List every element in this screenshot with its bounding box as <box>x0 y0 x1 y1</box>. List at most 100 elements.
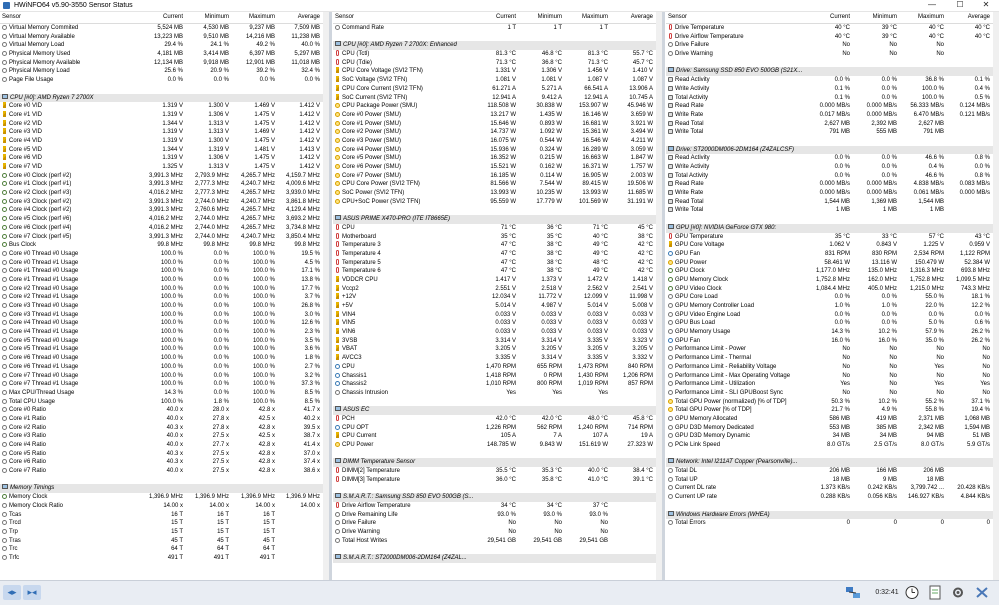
sensor-row[interactable]: Core #6 Clock (perf #4) 4,016.2 MHz 2,744.… <box>0 224 323 233</box>
sensor-row[interactable]: Core #0 Thread #1 Usage 100.0 % 0.0 % 100.0… <box>0 259 323 268</box>
sensor-row[interactable]: CPU (Tdie) 71.3 °C 36.8 °C 71.3 °C 45.7 °C <box>333 58 656 68</box>
sensor-row[interactable]: CPU Core Current (SVI2 TFN) 61.271 A 5.271… <box>333 84 656 94</box>
column-header-average[interactable]: Average <box>947 12 993 23</box>
sensor-row[interactable]: Core #1 Clock (perf #1) 3,991.3 MHz 2,777.… <box>0 180 323 189</box>
sensor-row[interactable]: +12V 12.034 V 11.772 V 12.099 V 11.998 V <box>333 293 656 302</box>
column-header-maximum[interactable]: Maximum <box>900 12 947 23</box>
sensor-row[interactable]: PCIe Link Speed 8.0 GT/s 2.5 GT/s 8.0 GT/s 5… <box>666 441 993 450</box>
sensor-row[interactable]: Performance Limit - Thermal No No No No <box>666 354 993 363</box>
sensor-group-header[interactable]: ASUS PRIME X470-PRO (ITE IT8665E) <box>333 215 656 224</box>
sensor-row[interactable]: Core #2 Ratio 40.3 x 27.8 x 42.8 x 39.5 x <box>0 424 323 433</box>
column-header-maximum[interactable]: Maximum <box>232 12 278 23</box>
sensor-group-header[interactable]: CPU [#0]: AMD Ryzen 7 2700X <box>0 93 323 103</box>
sensor-row[interactable]: GPU Fan 831 RPM 830 RPM 2,534 RPM 1,122 RPM <box>666 250 993 259</box>
sensor-row[interactable]: CPU Power 148.785 W 9.843 W 151.619 W 27.323… <box>333 441 656 450</box>
sensor-row[interactable]: Vccp2 2.551 V 2.518 V 2.562 V 2.541 V <box>333 284 656 294</box>
sensor-row[interactable]: Performance Limit - Utilization Yes No Yes Y… <box>666 380 993 389</box>
sensor-group-header[interactable]: Drive: ST2000DM006-2DM164 (Z4ZALCSF) <box>666 145 993 155</box>
sensor-row[interactable]: Virtual Memory Load 29.4 % 24.1 % 49.2 % 40.… <box>0 41 323 50</box>
sensor-row[interactable]: Read Total 1,544 MB 1,369 MB 1,544 MB <box>666 198 993 207</box>
sensor-row[interactable]: Trp 15 T 15 T 15 T <box>0 528 323 537</box>
sensor-row[interactable]: GPU Clock 1,177.0 MHz 135.0 MHz 1,316.3 MHz… <box>666 267 993 276</box>
sensor-row[interactable]: Total Activity 0.0 % 0.0 % 46.6 % 0.8 % <box>666 172 993 181</box>
sensor-row[interactable]: Core #1 Thread #1 Usage 100.0 % 0.0 % 100.0… <box>0 276 323 285</box>
sensor-pane-3[interactable]: Sensor Current Minimum Maximum Average Drive … <box>666 12 993 580</box>
sensor-row[interactable]: Tras 45 T 45 T 45 T <box>0 537 323 546</box>
sensor-row[interactable]: Current UP rate 0.288 KB/s 0.056 KB/s 146.9… <box>666 493 993 502</box>
sensor-row[interactable]: GPU D3D Memory Dedicated 553 MB 385 MB 2,34… <box>666 424 993 433</box>
sensor-row[interactable]: Core #4 Ratio 40.0 x 27.7 x 42.8 x 41.4 x <box>0 441 323 450</box>
sensor-row[interactable]: Core #6 Thread #1 Usage 100.0 % 0.0 % 100.0… <box>0 363 323 372</box>
sensor-row[interactable]: Physical Memory Load 25.6 % 20.9 % 39.2 % 32… <box>0 67 323 76</box>
sensor-row[interactable]: Core #2 Thread #0 Usage 100.0 % 0.0 % 100.0… <box>0 285 323 294</box>
sensor-row[interactable]: Core #7 VID 1.325 V 1.313 V 1.475 V 1.412 V <box>0 163 323 172</box>
sensor-row[interactable]: Page File Usage 0.0 % 0.0 % 0.0 % 0.0 % <box>0 76 323 85</box>
sensor-row[interactable]: Write Activity 0.0 % 0.0 % 0.4 % 0.0 % <box>666 163 993 172</box>
sensor-row[interactable]: Trfc 491 T 491 T 491 T <box>0 554 323 563</box>
sensor-row[interactable]: Core #0 Power (SMU) 13.217 W 1.435 W 16.146… <box>333 111 656 120</box>
maximize-button[interactable]: ☐ <box>949 0 971 11</box>
sensor-row[interactable]: Virtual Memory Available 13,223 MB 9,510 M… <box>0 33 323 42</box>
sensor-row[interactable]: AVCC3 3.335 V 3.314 V 3.335 V 3.332 V <box>333 354 656 363</box>
sensor-row[interactable]: Write Activity 0.1 % 0.0 % 100.0 % 0.4 % <box>666 85 993 94</box>
sensor-row[interactable]: GPU Core Voltage 1.062 V 0.843 V 1.225 V 0.9… <box>666 241 993 250</box>
sensor-row[interactable]: CPU Core Power (SVI2 TFN) 81.566 W 7.544 W… <box>333 180 656 189</box>
sensor-row[interactable]: Command Rate 1 T 1 T 1 T <box>333 24 656 33</box>
clock-icon[interactable] <box>902 585 922 600</box>
sensor-row[interactable]: Temperature 4 47 °C 38 °C 49 °C 42 °C <box>333 249 656 259</box>
sensor-pane-1[interactable]: Sensor Current Minimum Maximum Average Virtua… <box>0 12 323 580</box>
sensor-row[interactable]: Trcd 15 T 15 T 15 T <box>0 519 323 528</box>
sensor-row[interactable]: GPU Memory Clock 1,752.8 MHz 162.0 MHz 1,75… <box>666 276 993 285</box>
sensor-row[interactable]: DIMM[2] Temperature 35.5 °C 35.3 °C 40.0 °C… <box>333 467 656 476</box>
sensor-row[interactable]: VIN5 0.033 V 0.033 V 0.033 V 0.033 V <box>333 319 656 328</box>
column-header-sensor[interactable]: Sensor <box>0 12 140 23</box>
sensor-row[interactable]: Total UP 18 MB 9 MB 18 MB <box>666 476 993 485</box>
sensor-row[interactable]: GPU Video Clock 1,084.4 MHz 405.0 MHz 1,215… <box>666 285 993 294</box>
sensor-row[interactable]: Chassis2 1,010 RPM 800 RPM 1,019 RPM 857 RPM <box>333 380 656 389</box>
sensor-row[interactable]: VBAT 3.205 V 3.205 V 3.205 V 3.205 V <box>333 345 656 354</box>
sensor-row[interactable]: VDDCR CPU 1.417 V 1.373 V 1.472 V 1.418 V <box>333 275 656 285</box>
column-header-average[interactable]: Average <box>278 12 323 23</box>
sensor-row[interactable]: Core #0 Ratio 40.0 x 28.0 x 42.8 x 41.7 x <box>0 406 323 415</box>
column-header-minimum[interactable]: Minimum <box>853 12 900 23</box>
sensor-row[interactable]: Write Rate 0.017 MB/s 0.000 MB/s 6.470 MB/s… <box>666 111 993 120</box>
sensor-row[interactable]: SoC Power (SVI2 TFN) 13.993 W 10.235 W 13.9… <box>333 189 656 198</box>
close-sensors-icon[interactable] <box>972 585 992 600</box>
sensor-row[interactable]: CPU (Tctl) 81.3 °C 46.8 °C 81.3 °C 55.7 °C <box>333 50 656 59</box>
network-icon[interactable] <box>843 585 863 600</box>
sensor-row[interactable]: Core #2 VID 1.344 V 1.313 V 1.475 V 1.412 V <box>0 119 323 129</box>
column-header-sensor[interactable]: Sensor <box>666 12 806 23</box>
sensor-group-header[interactable]: CPU [#0]: AMD Ryzen 7 2700X: Enhanced <box>333 41 656 51</box>
sensor-row[interactable]: CPU 1,470 RPM 655 RPM 1,473 RPM 840 RPM <box>333 363 656 372</box>
sensor-row[interactable]: GPU D3D Memory Dynamic 34 MB 34 MB 94 MB 51 … <box>666 432 993 441</box>
sensor-row[interactable]: Core #3 Thread #1 Usage 100.0 % 0.0 % 100.0… <box>0 311 323 320</box>
sensor-row[interactable]: Core #3 Ratio 40.0 x 27.5 x 42.5 x 38.7 x <box>0 432 323 441</box>
sensor-row[interactable]: VIN6 0.033 V 0.033 V 0.033 V 0.033 V <box>333 328 656 337</box>
sensor-group-header[interactable]: Drive: Samsung SSD 850 EVO 500GB (S21X..… <box>666 67 993 77</box>
sensor-row[interactable]: Drive Failure No No No <box>333 519 656 528</box>
sensor-group-header[interactable]: Network: Intel I211AT Copper (Pearsonvil… <box>666 458 993 468</box>
pane-divider[interactable] <box>329 12 332 580</box>
sensor-row[interactable]: Total Errors 0 0 0 0 <box>666 519 993 528</box>
sensor-row[interactable]: Core #5 Clock (perf #6) 4,016.2 MHz 2,744.… <box>0 215 323 224</box>
sensor-row[interactable]: Memory Clock 1,396.9 MHz 1,396.9 MHz 1,396.… <box>0 493 323 502</box>
pane-divider[interactable] <box>662 12 665 580</box>
sensor-row[interactable]: GPU Bus Load 0.0 % 0.0 % 5.0 % 0.6 % <box>666 319 993 328</box>
sensor-row[interactable]: Memory Clock Ratio 14.00 x 14.00 x 14.00 x 1… <box>0 502 323 511</box>
sensor-row[interactable]: Drive Failure No No No <box>666 41 993 50</box>
sensor-row[interactable]: Core #6 Ratio 40.3 x 27.5 x 42.8 x 37.4 x <box>0 458 323 467</box>
sensor-row[interactable]: Drive Remaining Life 93.0 % 93.0 % 93.0 % <box>333 511 656 520</box>
sensor-row[interactable]: Total CPU Usage 100.0 % 1.8 % 100.0 % 8.5 % <box>0 398 323 407</box>
sensor-row[interactable]: Core #1 Thread #0 Usage 100.0 % 0.0 % 100.0… <box>0 267 323 276</box>
sensor-row[interactable]: Core #3 Clock (perf #2) 3,991.3 MHz 2,744.… <box>0 198 323 207</box>
sensor-row[interactable]: Total Host Writes 29,541 GB 29,541 GB 29,54… <box>333 537 656 546</box>
column-header-average[interactable]: Average <box>611 12 656 23</box>
sensor-row[interactable]: +5V 5.014 V 4.987 V 5.014 V 5.008 V <box>333 302 656 311</box>
sensor-row[interactable]: Drive Airflow Temperature 40 °C 39 °C 40 °C… <box>666 32 993 42</box>
sensor-row[interactable]: Core #4 Thread #0 Usage 100.0 % 0.0 % 100.0… <box>0 319 323 328</box>
sensor-row[interactable]: Core #6 Thread #0 Usage 100.0 % 0.0 % 100.0… <box>0 354 323 363</box>
sensor-row[interactable]: Core #6 Power (SMU) 15.521 W 0.162 W 16.371… <box>333 163 656 172</box>
sensor-row[interactable]: Core #6 VID 1.319 V 1.306 V 1.475 V 1.412 V <box>0 154 323 163</box>
sensor-row[interactable]: Trc 64 T 64 T 64 T <box>0 545 323 554</box>
sensor-row[interactable]: Core #7 Power (SMU) 16.185 W 0.114 W 16.905… <box>333 172 656 181</box>
